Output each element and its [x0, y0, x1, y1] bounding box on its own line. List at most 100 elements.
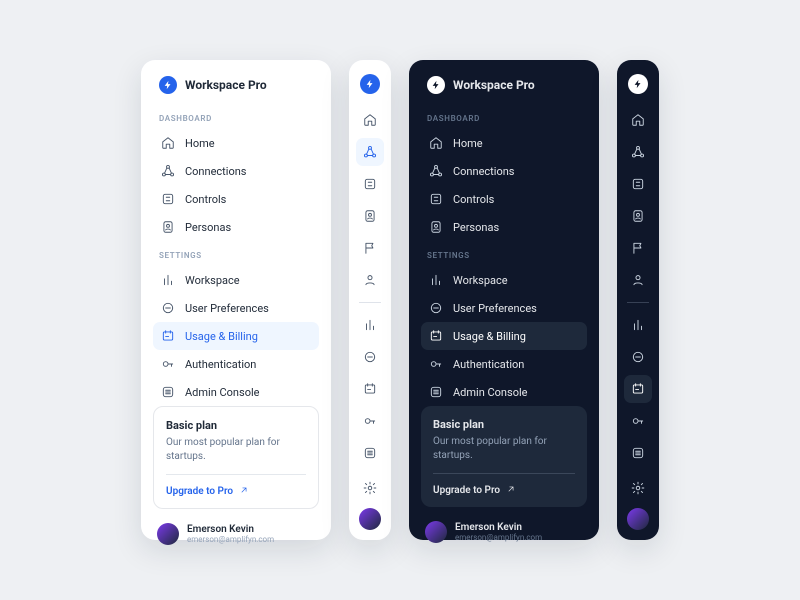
rail-item-authentication[interactable]	[356, 407, 384, 435]
sidebar-item-label: Controls	[185, 193, 226, 206]
sidebar-item-personas[interactable]: Personas	[421, 213, 587, 241]
sidebar-item-connections[interactable]: Connections	[421, 157, 587, 185]
sidebar-item-personas[interactable]: Personas	[153, 213, 319, 241]
user-email: emerson@amplifyn.com	[455, 533, 542, 542]
brand-row: Workspace Pro	[153, 76, 319, 104]
sidebar-item-authentication[interactable]: Authentication	[421, 350, 587, 378]
upgrade-label: Upgrade to Pro	[166, 486, 233, 497]
plan-description: Our most popular plan for startups.	[433, 435, 575, 463]
connections-icon	[161, 164, 175, 178]
preferences-icon	[429, 301, 443, 315]
user-row[interactable]: Emerson Kevin emerson@amplifyn.com	[421, 517, 587, 547]
sidebar-item-controls[interactable]: Controls	[153, 185, 319, 213]
user-email: emerson@amplifyn.com	[187, 535, 274, 544]
sidebar-item-usage-billing[interactable]: Usage & Billing	[153, 322, 319, 350]
rail-item-home[interactable]	[624, 106, 652, 134]
admin-console-icon	[161, 385, 175, 399]
rail-item-preferences[interactable]	[624, 343, 652, 371]
plan-description: Our most popular plan for startups.	[166, 436, 306, 464]
sidebar-item-controls[interactable]: Controls	[421, 185, 587, 213]
bolt-logo-icon	[628, 74, 648, 94]
rail-item-controls[interactable]	[624, 170, 652, 198]
avatar[interactable]	[359, 508, 381, 530]
sidebar-item-usage-billing[interactable]: Usage & Billing	[421, 322, 587, 350]
sidebar-item-label: Authentication	[185, 358, 256, 371]
rail-item-workspace[interactable]	[624, 311, 652, 339]
rail-item-billing[interactable]	[624, 375, 652, 403]
sidebar-item-label: User Preferences	[185, 302, 269, 315]
avatar[interactable]	[627, 508, 649, 530]
plan-card: Basic plan Our most popular plan for sta…	[153, 406, 319, 509]
rail-item-home[interactable]	[356, 106, 384, 134]
rail-item-preferences[interactable]	[356, 343, 384, 371]
sidebar-item-label: Usage & Billing	[453, 330, 526, 343]
connections-icon	[429, 164, 443, 178]
plan-title: Basic plan	[433, 418, 575, 431]
sidebar-item-workspace[interactable]: Workspace	[153, 266, 319, 294]
sidebar-item-home[interactable]: Home	[153, 129, 319, 157]
home-icon	[429, 136, 443, 150]
plan-card: Basic plan Our most popular plan for sta…	[421, 406, 587, 507]
rail-item-settings[interactable]	[624, 474, 652, 502]
section-dashboard-label: DASHBOARD	[153, 104, 319, 129]
workspace-icon	[429, 273, 443, 287]
sidebar-item-connections[interactable]: Connections	[153, 157, 319, 185]
sidebar-item-user-preferences[interactable]: User Preferences	[421, 294, 587, 322]
sidebar-item-label: Workspace	[453, 274, 508, 287]
rail-item-admin[interactable]	[356, 439, 384, 467]
avatar	[425, 521, 447, 543]
sidebar-item-label: Authentication	[453, 358, 524, 371]
rail-item-flag[interactable]	[624, 234, 652, 262]
rail-item-connections[interactable]	[624, 138, 652, 166]
sidebar-item-label: Usage & Billing	[185, 330, 258, 343]
rail-item-billing[interactable]	[356, 375, 384, 403]
external-link-icon	[239, 485, 249, 498]
sidebar-item-admin-console[interactable]: Admin Console	[153, 378, 319, 406]
sidebar-item-label: Admin Console	[453, 386, 527, 399]
rail-item-controls[interactable]	[356, 170, 384, 198]
rail-item-personas[interactable]	[624, 202, 652, 230]
sidebar-light-expanded: Workspace Pro DASHBOARD Home Connections…	[141, 60, 331, 540]
upgrade-button[interactable]: Upgrade to Pro	[166, 474, 306, 508]
sidebar-item-label: Personas	[185, 221, 231, 234]
rail-item-connections[interactable]	[356, 138, 384, 166]
bolt-logo-icon	[360, 74, 380, 94]
upgrade-button[interactable]: Upgrade to Pro	[433, 473, 575, 507]
sidebar-item-authentication[interactable]: Authentication	[153, 350, 319, 378]
rail-item-admin[interactable]	[624, 439, 652, 467]
sidebar-item-label: Home	[185, 137, 215, 150]
user-row[interactable]: Emerson Kevin emerson@amplifyn.com	[153, 519, 319, 549]
rail-item-flag[interactable]	[356, 234, 384, 262]
authentication-icon	[429, 357, 443, 371]
personas-icon	[161, 220, 175, 234]
sidebar-item-user-preferences[interactable]: User Preferences	[153, 294, 319, 322]
section-settings-label: SETTINGS	[153, 241, 319, 266]
sidebar-item-admin-console[interactable]: Admin Console	[421, 378, 587, 406]
admin-console-icon	[429, 385, 443, 399]
authentication-icon	[161, 357, 175, 371]
sidebar-item-home[interactable]: Home	[421, 129, 587, 157]
sidebar-item-label: Personas	[453, 221, 499, 234]
sidebar-dark-expanded: Workspace Pro DASHBOARD Home Connections…	[409, 60, 599, 540]
user-name: Emerson Kevin	[187, 524, 274, 535]
controls-icon	[161, 192, 175, 206]
workspace-icon	[161, 273, 175, 287]
rail-item-authentication[interactable]	[624, 407, 652, 435]
rail-item-user[interactable]	[624, 266, 652, 294]
brand-name: Workspace Pro	[453, 78, 535, 92]
rail-item-user[interactable]	[356, 266, 384, 294]
brand-row: Workspace Pro	[421, 76, 587, 104]
rail-item-workspace[interactable]	[356, 311, 384, 339]
rail-item-personas[interactable]	[356, 202, 384, 230]
personas-icon	[429, 220, 443, 234]
sidebar-item-workspace[interactable]: Workspace	[421, 266, 587, 294]
sidebar-item-label: Controls	[453, 193, 494, 206]
brand-name: Workspace Pro	[185, 78, 267, 92]
section-dashboard-label: DASHBOARD	[421, 104, 587, 129]
upgrade-label: Upgrade to Pro	[433, 485, 500, 496]
rail-item-settings[interactable]	[356, 474, 384, 502]
billing-icon	[161, 329, 175, 343]
sidebar-item-label: User Preferences	[453, 302, 537, 315]
controls-icon	[429, 192, 443, 206]
external-link-icon	[506, 484, 516, 497]
